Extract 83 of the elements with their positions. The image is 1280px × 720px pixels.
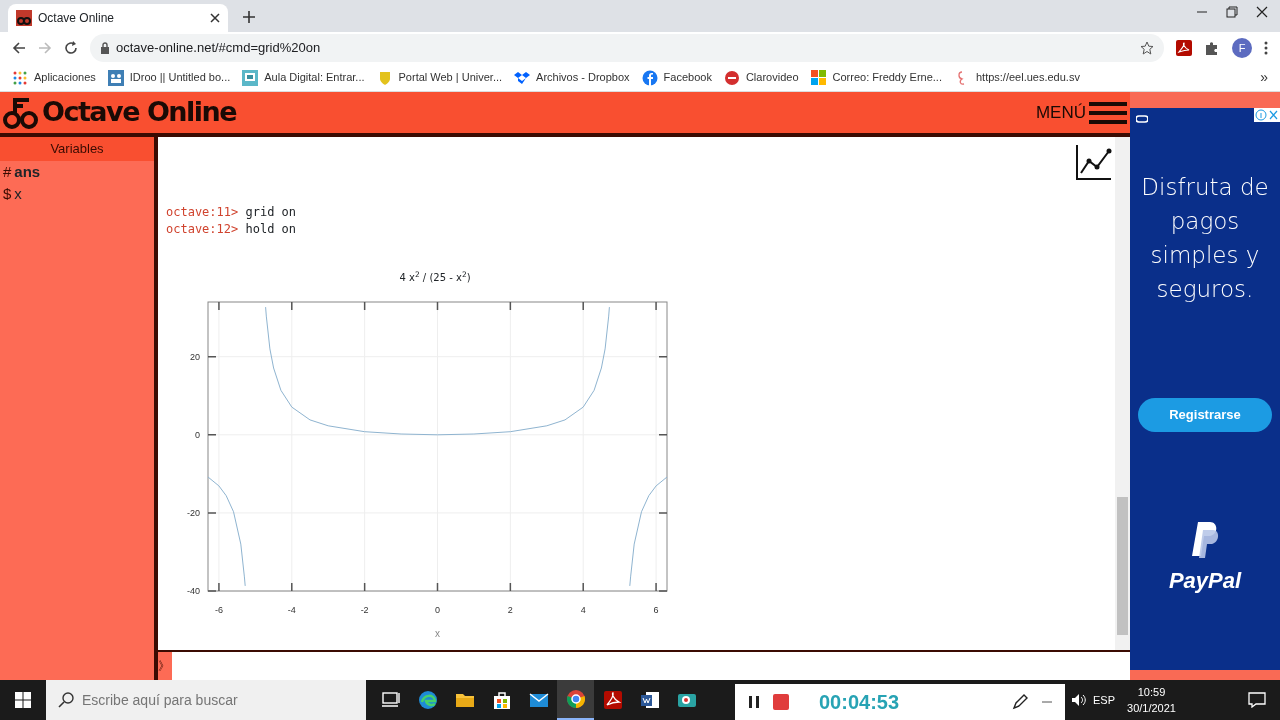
bookmark[interactable]: Aplicaciones (12, 69, 96, 86)
favicon-icon (16, 10, 32, 26)
volume-icon[interactable] (1071, 693, 1087, 707)
task-view-icon (380, 690, 401, 710)
tick-label: 0 (435, 605, 440, 615)
round-icon (641, 69, 658, 86)
screen-icon (242, 69, 259, 86)
console-line: octave:12> hold on (166, 221, 298, 238)
tick-label: -20 (187, 507, 200, 518)
lock-icon (100, 42, 110, 54)
ad-info-icon[interactable] (1254, 108, 1280, 122)
chart-title: 4 x$^{2}$ / (25 - x$^{2}$) (398, 269, 472, 285)
mail-icon (528, 690, 549, 710)
bookmark[interactable]: IDroo || Untitled bo... (107, 69, 231, 86)
browser-icon (417, 690, 438, 710)
replay-icon[interactable] (1136, 114, 1148, 124)
reload-icon[interactable] (64, 41, 78, 55)
variable-name: ans (14, 162, 41, 182)
panel-title: Variables (0, 137, 154, 161)
tab-title: Octave Online (38, 10, 116, 27)
tick-label: -4 (287, 605, 296, 615)
restore-icon[interactable] (1226, 6, 1238, 18)
tick-label: -6 (214, 605, 223, 615)
tick-label: 0 (195, 429, 200, 440)
tick-label: -40 (187, 586, 200, 596)
windows-icon (15, 692, 31, 708)
console-line: octave:11> grid on (166, 204, 298, 221)
clock[interactable]: 10:59 30/1/2021 (1121, 684, 1182, 716)
variable-item[interactable]: $ x (0, 183, 154, 205)
pause-icon[interactable] (747, 695, 761, 709)
prompt-glyph: 》 (158, 652, 172, 680)
bookmark[interactable]: Clarovideo (723, 69, 799, 86)
bookmark[interactable]: Aula Digital: Entrar... (242, 69, 365, 86)
address-bar[interactable]: octave-online.net/#cmd=grid%20on (90, 34, 1164, 62)
no-entry-icon (723, 69, 740, 86)
bookmark[interactable]: Archivos - Dropbox (514, 69, 630, 86)
box-icon (514, 69, 531, 86)
tick-label: 2 (507, 605, 513, 615)
avatar[interactable]: F (1232, 38, 1252, 58)
hamburger-icon (1089, 100, 1127, 125)
back-icon[interactable] (12, 41, 26, 55)
pdf-icon (602, 690, 623, 710)
star-icon[interactable] (1140, 41, 1154, 55)
taskbar-app[interactable] (557, 680, 594, 720)
tiles-icon (810, 69, 827, 86)
brand-name: Octave Online (42, 95, 237, 130)
variable-name: x (14, 184, 22, 204)
tick-label: 20 (190, 351, 200, 362)
tick-label: -2 (360, 605, 369, 615)
search-box[interactable]: Escribe aquí para buscar (46, 680, 366, 720)
notification-icon[interactable] (1248, 692, 1266, 708)
document-icon (639, 690, 660, 710)
tick-label: 6 (653, 605, 659, 615)
bookmark[interactable]: Facebook (641, 69, 712, 86)
search-field[interactable]: Escribe aquí para buscar (80, 688, 354, 712)
close-icon[interactable] (1256, 6, 1268, 18)
bookmark[interactable]: Portal Web | Univer... (376, 69, 503, 86)
more-bookmarks-button[interactable]: » (1260, 67, 1268, 88)
close-icon[interactable] (210, 13, 220, 23)
search-icon (58, 692, 74, 708)
pen-icon[interactable] (1011, 693, 1029, 711)
logo-icon (3, 95, 39, 130)
store-bag-icon (491, 690, 512, 710)
timer: 00:04:53 (819, 690, 900, 715)
puzzle-icon[interactable] (1204, 40, 1220, 56)
plot-icon[interactable] (1075, 143, 1113, 181)
brand-name: PayPal (1168, 567, 1242, 595)
tick-label: 4 (580, 605, 586, 615)
menu-button[interactable]: MENÚ (1035, 99, 1127, 126)
scrollbar[interactable] (1115, 137, 1130, 650)
browser-icon (565, 689, 586, 709)
new-tab-icon[interactable] (242, 10, 256, 24)
bookmark[interactable]: https://eel.ues.edu.sv (953, 69, 1080, 86)
pdf-icon[interactable] (1176, 40, 1192, 56)
axis-label: x (435, 628, 440, 639)
dots-grid-icon (12, 69, 28, 86)
browser-tab[interactable]: Octave Online (8, 4, 228, 32)
kebab-menu-icon[interactable] (1264, 41, 1268, 55)
people-icon (107, 69, 124, 86)
bookmark[interactable]: Correo: Freddy Erne... (810, 69, 942, 86)
ad-headline: Disfruta de pagos simples y seguros. (1140, 173, 1270, 304)
language-indicator[interactable]: ESP (1093, 691, 1115, 709)
variable-item[interactable]: # ans (0, 161, 154, 183)
